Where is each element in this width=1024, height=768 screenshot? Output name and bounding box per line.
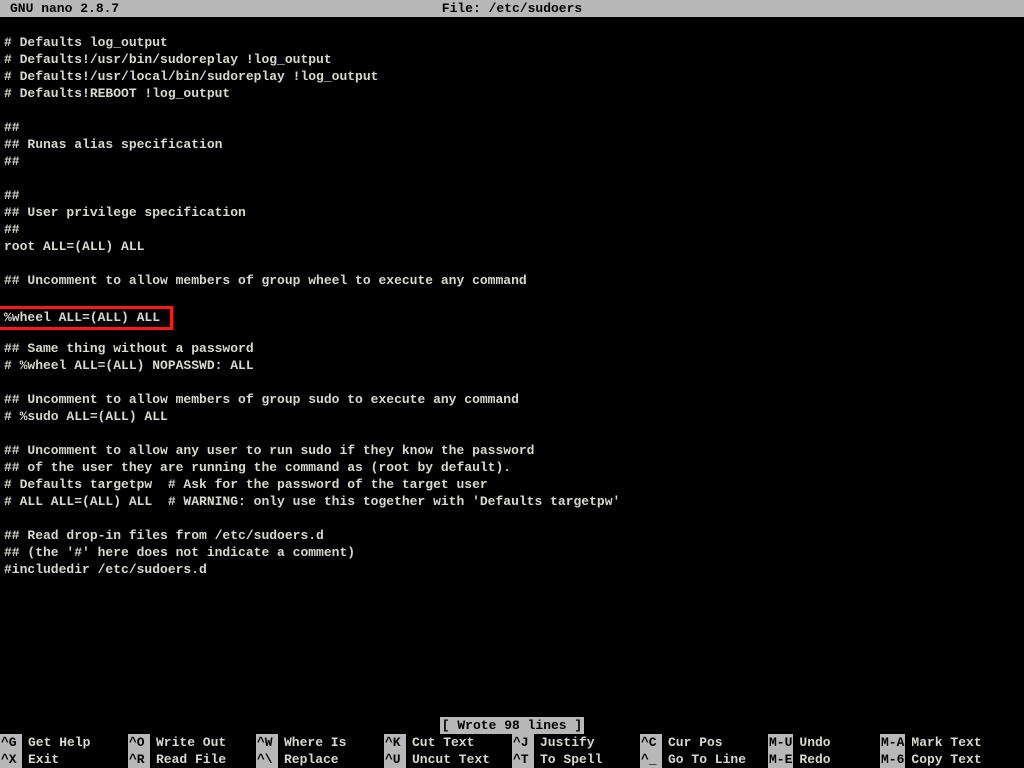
editor-line[interactable]: # Defaults targetpw # Ask for the passwo…: [4, 476, 1020, 493]
editor-line[interactable]: ##: [4, 221, 1020, 238]
shortcut-key: M-E: [768, 751, 793, 768]
shortcut-go-to-line[interactable]: ^_ Go To Line: [640, 751, 768, 768]
shortcut-column: M-U Undo M-E Redo: [768, 734, 880, 768]
shortcut-label: Write Out: [156, 734, 226, 751]
shortcut-key: ^O: [128, 734, 150, 751]
shortcut-mark-text[interactable]: M-A Mark Text: [880, 734, 1024, 751]
editor-line[interactable]: #includedir /etc/sudoers.d: [4, 561, 1020, 578]
editor-line[interactable]: # Defaults!/usr/bin/sudoreplay !log_outp…: [4, 51, 1020, 68]
editor-line[interactable]: ## Uncomment to allow members of group w…: [4, 272, 1020, 289]
shortcut-redo[interactable]: M-E Redo: [768, 751, 880, 768]
shortcut-label: Redo: [799, 751, 830, 768]
shortcut-label: Replace: [284, 751, 339, 768]
shortcut-where-is[interactable]: ^W Where Is: [256, 734, 384, 751]
editor-line[interactable]: [4, 374, 1020, 391]
shortcut-key: ^R: [128, 751, 150, 768]
shortcut-exit[interactable]: ^X Exit: [0, 751, 128, 768]
editor-line[interactable]: [4, 510, 1020, 527]
shortcut-label: Undo: [799, 734, 830, 751]
editor-line[interactable]: [4, 289, 1020, 306]
shortcut-get-help[interactable]: ^G Get Help: [0, 734, 128, 751]
highlighted-line: %wheel ALL=(ALL) ALL: [0, 306, 173, 330]
editor-line[interactable]: ##: [4, 187, 1020, 204]
shortcut-label: Uncut Text: [412, 751, 490, 768]
shortcut-column: ^O Write Out ^R Read File: [128, 734, 256, 768]
shortcut-undo[interactable]: M-U Undo: [768, 734, 880, 751]
shortcut-key: ^T: [512, 751, 534, 768]
editor-line[interactable]: [4, 170, 1020, 187]
shortcut-label: Read File: [156, 751, 226, 768]
editor-line[interactable]: # %sudo ALL=(ALL) ALL: [4, 408, 1020, 425]
editor-line[interactable]: ## of the user they are running the comm…: [4, 459, 1020, 476]
file-name: File: /etc/sudoers: [0, 0, 1024, 17]
shortcut-write-out[interactable]: ^O Write Out: [128, 734, 256, 751]
shortcut-key: ^U: [384, 751, 406, 768]
editor-line[interactable]: root ALL=(ALL) ALL: [4, 238, 1020, 255]
shortcut-copy-text[interactable]: M-6 Copy Text: [880, 751, 1024, 768]
shortcut-label: Go To Line: [668, 751, 746, 768]
shortcut-read-file[interactable]: ^R Read File: [128, 751, 256, 768]
shortcut-key: ^K: [384, 734, 406, 751]
editor-line[interactable]: ## Same thing without a password: [4, 340, 1020, 357]
shortcut-label: Cut Text: [412, 734, 474, 751]
shortcut-justify[interactable]: ^J Justify: [512, 734, 640, 751]
editor-line[interactable]: # %wheel ALL=(ALL) NOPASSWD: ALL: [4, 357, 1020, 374]
editor-line[interactable]: # ALL ALL=(ALL) ALL # WARNING: only use …: [4, 493, 1020, 510]
shortcut-column: ^K Cut Text ^U Uncut Text: [384, 734, 512, 768]
shortcut-key: ^J: [512, 734, 534, 751]
shortcut-label: Mark Text: [911, 734, 981, 751]
shortcut-key: M-6: [880, 751, 905, 768]
shortcut-label: Exit: [28, 751, 59, 768]
editor-line[interactable]: ## Runas alias specification: [4, 136, 1020, 153]
shortcut-label: Copy Text: [911, 751, 981, 768]
editor-line[interactable]: ##: [4, 153, 1020, 170]
shortcut-replace[interactable]: ^\ Replace: [256, 751, 384, 768]
shortcut-column: M-A Mark Text M-6 Copy Text: [880, 734, 1024, 768]
editor-line[interactable]: ## User privilege specification: [4, 204, 1020, 221]
shortcut-label: Cur Pos: [668, 734, 723, 751]
spacer: [0, 17, 1024, 34]
shortcut-label: Justify: [540, 734, 595, 751]
shortcut-label: To Spell: [540, 751, 602, 768]
editor-line[interactable]: # Defaults log_output: [4, 34, 1020, 51]
shortcut-key: ^C: [640, 734, 662, 751]
shortcut-key: M-U: [768, 734, 793, 751]
editor-line[interactable]: ##: [4, 119, 1020, 136]
editor-line[interactable]: [4, 102, 1020, 119]
editor-line[interactable]: [4, 425, 1020, 442]
shortcut-column: ^W Where Is ^\ Replace: [256, 734, 384, 768]
shortcut-column: ^G Get Help ^X Exit: [0, 734, 128, 768]
shortcut-label: Where Is: [284, 734, 346, 751]
shortcut-column: ^C Cur Pos ^_ Go To Line: [640, 734, 768, 768]
editor-line[interactable]: ## Read drop-in files from /etc/sudoers.…: [4, 527, 1020, 544]
status-bar: [ Wrote 98 lines ]: [0, 717, 1024, 734]
editor-line[interactable]: ## (the '#' here does not indicate a com…: [4, 544, 1020, 561]
editor-line[interactable]: [4, 255, 1020, 272]
shortcut-key: ^G: [0, 734, 22, 751]
status-message: [ Wrote 98 lines ]: [440, 717, 584, 734]
editor-line[interactable]: ## Uncomment to allow members of group s…: [4, 391, 1020, 408]
editor-line[interactable]: %wheel ALL=(ALL) ALL: [4, 306, 1020, 323]
shortcut-cut-text[interactable]: ^K Cut Text: [384, 734, 512, 751]
shortcut-uncut-text[interactable]: ^U Uncut Text: [384, 751, 512, 768]
editor-line[interactable]: # Defaults!/usr/local/bin/sudoreplay !lo…: [4, 68, 1020, 85]
shortcut-key: ^\: [256, 751, 278, 768]
shortcut-key: ^_: [640, 751, 662, 768]
editor-line[interactable]: # Defaults!REBOOT !log_output: [4, 85, 1020, 102]
shortcut-bar: ^G Get Help ^X Exit ^O Write Out ^R Read File ^W…: [0, 734, 1024, 768]
editor-line[interactable]: ## Uncomment to allow any user to run su…: [4, 442, 1020, 459]
shortcut-cur-pos[interactable]: ^C Cur Pos: [640, 734, 768, 751]
shortcut-label: Get Help: [28, 734, 90, 751]
shortcut-key: M-A: [880, 734, 905, 751]
title-bar: GNU nano 2.8.7 File: /etc/sudoers: [0, 0, 1024, 17]
editor-viewport[interactable]: # Defaults log_output# Defaults!/usr/bin…: [0, 34, 1024, 578]
shortcut-column: ^J Justify ^T To Spell: [512, 734, 640, 768]
shortcut-key: ^W: [256, 734, 278, 751]
shortcut-to-spell[interactable]: ^T To Spell: [512, 751, 640, 768]
shortcut-key: ^X: [0, 751, 22, 768]
